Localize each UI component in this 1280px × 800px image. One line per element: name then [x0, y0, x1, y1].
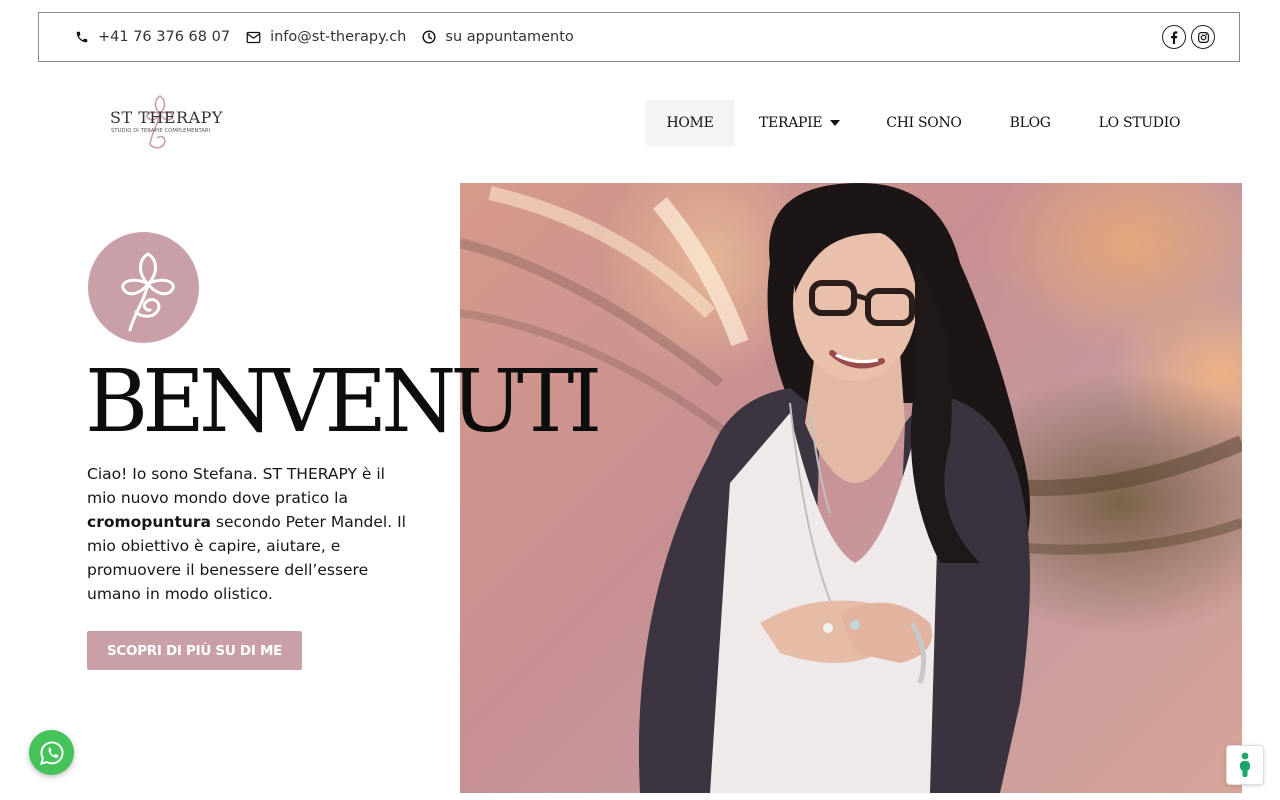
- phone-number: +41 76 376 68 07: [98, 29, 231, 45]
- nav-chi-sono[interactable]: CHI SONO: [862, 100, 985, 146]
- nav-terapie[interactable]: TERAPIE: [735, 100, 862, 146]
- accessibility-icon: [1240, 752, 1250, 777]
- phone-contact[interactable]: +41 76 376 68 07: [75, 29, 230, 45]
- hours-text: su appuntamento: [445, 29, 574, 45]
- logo-subtitle: STUDIO DI TERAPIE COMPLEMENTARI: [111, 128, 211, 134]
- facebook-icon: [1171, 30, 1178, 44]
- hero-photo: [460, 183, 1242, 793]
- nav-home[interactable]: HOME: [645, 100, 735, 146]
- intro-text-part1: Ciao! Io sono Stefana. ST THERAPY è il m…: [87, 465, 385, 507]
- logo-title: ST THERAPY: [110, 108, 223, 127]
- envelope-icon: [246, 31, 261, 43]
- therapy-symbol-icon: [121, 252, 175, 332]
- hero-title: BENVENUTI: [85, 352, 602, 452]
- hours-info: su appuntamento: [422, 29, 574, 45]
- site-logo[interactable]: ST THERAPY STUDIO DI TERAPIE COMPLEMENTA…: [108, 92, 222, 154]
- top-info-bar: +41 76 376 68 07 info@st-therapy.ch su a…: [38, 12, 1240, 62]
- caret-down-icon: [830, 120, 841, 126]
- facebook-link[interactable]: [1162, 25, 1186, 49]
- instagram-link[interactable]: [1191, 25, 1215, 49]
- nav-chi-sono-label: CHI SONO: [886, 115, 962, 131]
- email-address: info@st-therapy.ch: [270, 29, 407, 45]
- nav-lo-studio-label: LO STUDIO: [1098, 115, 1181, 131]
- nav-terapie-label: TERAPIE: [759, 115, 823, 131]
- clock-icon: [422, 30, 436, 44]
- intro-text-highlight: cromopuntura: [87, 513, 211, 531]
- woman-portrait-illustration: [460, 183, 1242, 793]
- main-navigation: HOME TERAPIE CHI SONO BLOG LO STUDIO: [645, 100, 1204, 146]
- social-links: [1162, 25, 1215, 49]
- nav-lo-studio[interactable]: LO STUDIO: [1075, 100, 1205, 146]
- whatsapp-icon: [39, 740, 64, 765]
- whatsapp-chat-button[interactable]: [29, 730, 74, 775]
- about-me-button[interactable]: SCOPRI DI PIÙ SU DI ME: [87, 631, 302, 670]
- accessibility-button[interactable]: [1226, 745, 1264, 785]
- hero-emblem: [88, 232, 199, 343]
- hero-intro-text: Ciao! Io sono Stefana. ST THERAPY è il m…: [87, 462, 417, 606]
- nav-home-label: HOME: [666, 115, 714, 131]
- instagram-icon: [1197, 31, 1209, 43]
- nav-blog[interactable]: BLOG: [986, 100, 1075, 146]
- nav-blog-label: BLOG: [1009, 115, 1051, 131]
- email-contact[interactable]: info@st-therapy.ch: [246, 29, 406, 45]
- phone-icon: [76, 31, 88, 43]
